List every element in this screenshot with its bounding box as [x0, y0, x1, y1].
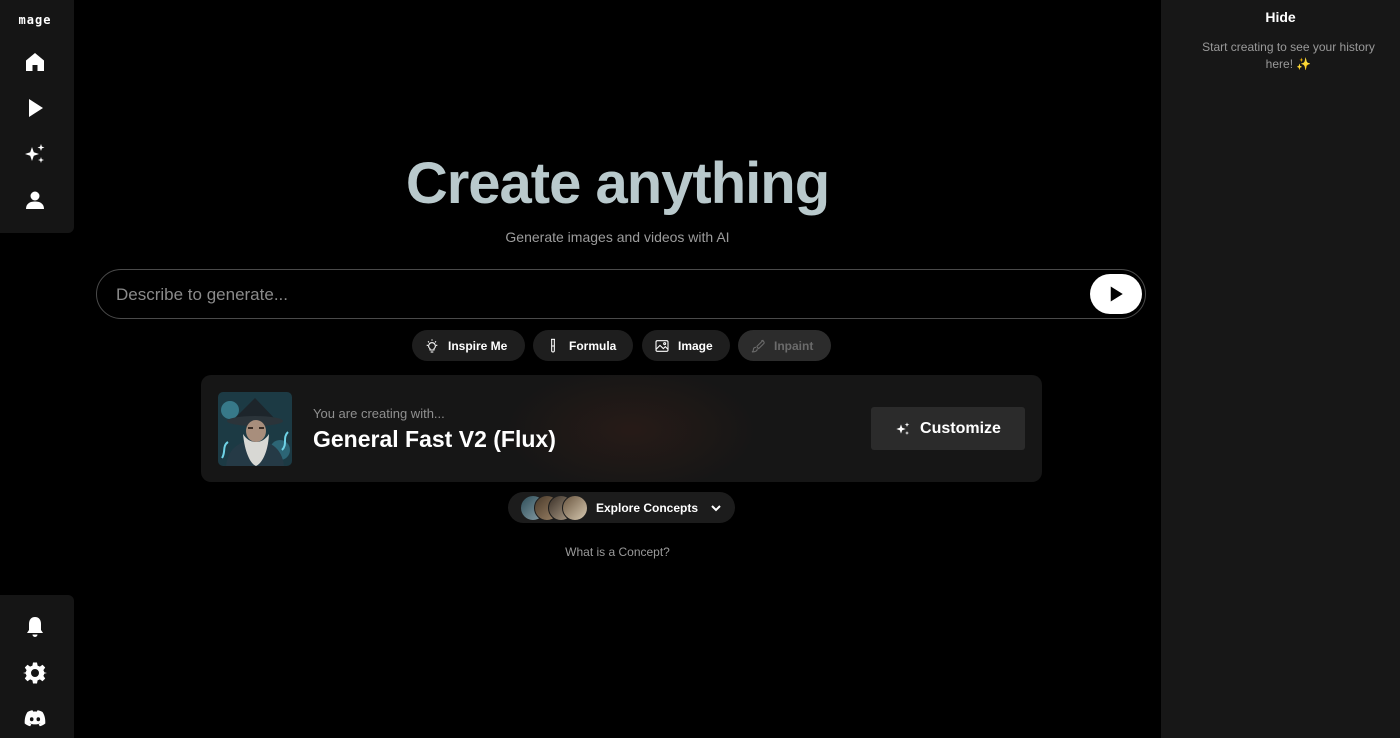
prompt-input[interactable] [114, 270, 1078, 320]
formula-button[interactable]: Formula [533, 330, 633, 361]
chevron-down-icon [711, 504, 721, 511]
generate-button[interactable] [1090, 274, 1142, 314]
model-intro-text: You are creating with... [313, 406, 445, 421]
nav-profile-button[interactable] [17, 182, 53, 218]
history-panel: Hide Start creating to see your history … [1161, 0, 1400, 738]
wizard-image [218, 392, 292, 466]
model-card: You are creating with... General Fast V2… [201, 375, 1042, 482]
image-label: Image [678, 338, 713, 353]
concept-avatar [562, 494, 588, 521]
explore-concepts-button[interactable]: Explore Concepts [508, 492, 735, 523]
history-empty-message: Start creating to see your history here!… [1202, 40, 1375, 71]
sidebar-nav: mage [0, 0, 74, 233]
image-icon [655, 339, 669, 352]
explore-concepts-label: Explore Concepts [596, 500, 699, 515]
inspire-me-label: Inspire Me [448, 338, 508, 353]
nav-home-button[interactable] [17, 44, 53, 80]
customize-label: Customize [920, 419, 1001, 437]
notifications-button[interactable] [17, 609, 53, 645]
model-thumbnail[interactable] [218, 392, 292, 466]
model-name[interactable]: General Fast V2 (Flux) [313, 426, 556, 453]
user-icon [26, 191, 44, 209]
page-subtitle: Generate images and videos with AI [505, 229, 730, 245]
sidebar-utility [0, 595, 74, 738]
formula-label: Formula [569, 338, 617, 353]
sparkles-icon [25, 144, 45, 163]
discord-button[interactable] [17, 701, 53, 737]
discord-icon [24, 710, 46, 727]
inspire-me-button[interactable]: Inspire Me [412, 330, 525, 361]
play-icon [1110, 286, 1123, 302]
nav-video-button[interactable] [17, 90, 53, 126]
test-tube-icon [551, 338, 555, 352]
nav-create-button[interactable] [17, 136, 53, 172]
lightbulb-icon [426, 338, 438, 353]
bell-icon [27, 617, 43, 637]
inpaint-label: Inpaint [774, 338, 814, 353]
customize-button[interactable]: Customize [871, 407, 1025, 450]
gear-icon [23, 662, 47, 684]
sparkles-icon [896, 421, 910, 435]
page-title: Create anything [405, 151, 830, 216]
brush-icon [751, 339, 765, 353]
mage-logo[interactable]: mage [0, 13, 70, 27]
concept-avatars [520, 494, 596, 521]
prompt-bar [96, 269, 1146, 320]
what-is-concept-link[interactable]: What is a Concept? [74, 545, 1161, 559]
settings-button[interactable] [17, 655, 53, 691]
home-icon [26, 53, 44, 71]
inpaint-button[interactable]: Inpaint [738, 330, 831, 361]
image-button[interactable]: Image [642, 330, 730, 361]
hide-history-button[interactable]: Hide [1161, 9, 1400, 25]
play-icon [29, 99, 43, 117]
